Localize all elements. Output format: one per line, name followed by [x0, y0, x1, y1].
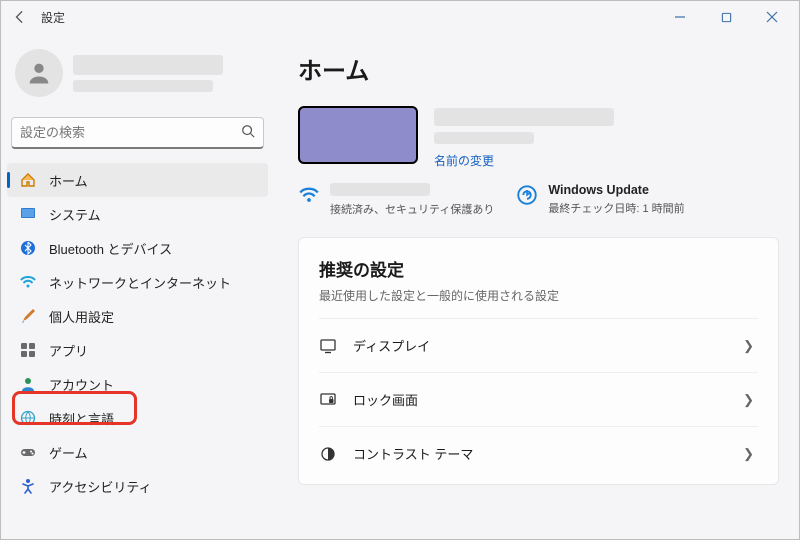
- bluetooth-icon: [19, 239, 37, 257]
- recommended-card: 推奨の設定 最近使用した設定と一般的に使用される設定 ディスプレイ ❯ ロック画…: [298, 237, 779, 485]
- sidebar-item-label: ネットワークとインターネット: [49, 273, 231, 292]
- update-icon: [516, 183, 538, 205]
- wifi-status[interactable]: 接続済み、セキュリティ保護あり: [298, 183, 494, 217]
- sidebar-item-gaming[interactable]: ゲーム: [7, 435, 268, 469]
- recommended-subtitle: 最近使用した設定と一般的に使用される設定: [319, 287, 758, 304]
- sidebar-item-home[interactable]: ホーム: [7, 163, 268, 197]
- contrast-icon: [319, 446, 337, 462]
- chevron-right-icon: ❯: [743, 446, 758, 462]
- sidebar-item-personalization[interactable]: 個人用設定: [7, 299, 268, 333]
- sidebar-item-label: アカウント: [49, 375, 114, 394]
- accounts-icon: [19, 375, 37, 393]
- recommended-list: ディスプレイ ❯ ロック画面 ❯ コントラスト テーマ ❯: [319, 318, 758, 480]
- arrow-left-icon: [13, 10, 27, 24]
- device-name-placeholder: [434, 108, 614, 126]
- sidebar-item-system[interactable]: システム: [7, 197, 268, 231]
- wifi-icon: [19, 273, 37, 291]
- back-button[interactable]: [5, 2, 35, 32]
- maximize-button[interactable]: [703, 1, 749, 33]
- chevron-right-icon: ❯: [743, 392, 758, 408]
- search-input[interactable]: [20, 125, 241, 140]
- wifi-ssid-placeholder: [330, 183, 430, 196]
- sidebar-item-apps[interactable]: アプリ: [7, 333, 268, 367]
- close-button[interactable]: [749, 1, 795, 33]
- sidebar-item-label: アプリ: [49, 341, 88, 360]
- profile-block[interactable]: [7, 41, 268, 113]
- status-row: 接続済み、セキュリティ保護あり Windows Update 最終チェック日時:…: [298, 183, 779, 217]
- system-icon: [19, 205, 37, 223]
- profile-name-placeholder: [73, 55, 223, 75]
- recommended-item-label: ディスプレイ: [353, 336, 727, 355]
- sidebar-item-label: ゲーム: [49, 443, 88, 462]
- minimize-button[interactable]: [657, 1, 703, 33]
- sidebar-item-label: Bluetooth とデバイス: [49, 239, 172, 258]
- recommended-item-label: ロック画面: [353, 390, 727, 409]
- device-row: 名前の変更: [298, 106, 779, 169]
- sidebar-item-label: アクセシビリティ: [49, 477, 152, 496]
- display-icon: [319, 338, 337, 354]
- wifi-icon: [298, 183, 320, 205]
- accessibility-icon: [19, 477, 37, 495]
- chevron-right-icon: ❯: [743, 338, 758, 354]
- window-controls: [657, 1, 795, 33]
- profile-email-placeholder: [73, 80, 213, 92]
- recommended-item-display[interactable]: ディスプレイ ❯: [319, 318, 758, 372]
- avatar: [15, 49, 63, 97]
- recommended-item-label: コントラスト テーマ: [353, 444, 727, 463]
- sidebar: ホーム システム Bluetooth とデバイス ネットワークとインターネット …: [1, 33, 274, 539]
- recommended-item-lockscreen[interactable]: ロック画面 ❯: [319, 372, 758, 426]
- device-model-placeholder: [434, 132, 534, 144]
- rename-link[interactable]: 名前の変更: [434, 152, 494, 169]
- close-icon: [766, 11, 778, 23]
- search-box[interactable]: [11, 117, 264, 149]
- paintbrush-icon: [19, 307, 37, 325]
- sidebar-item-bluetooth[interactable]: Bluetooth とデバイス: [7, 231, 268, 265]
- content-area: ホーム 名前の変更 接続済み、セキュリティ保護あり Windows Updat: [274, 33, 799, 539]
- page-title: ホーム: [298, 51, 779, 86]
- recommended-title: 推奨の設定: [319, 256, 758, 281]
- sidebar-item-label: システム: [49, 205, 101, 224]
- nav-list: ホーム システム Bluetooth とデバイス ネットワークとインターネット …: [7, 163, 268, 503]
- sidebar-item-label: 個人用設定: [49, 307, 114, 326]
- sidebar-item-time-language[interactable]: 時刻と言語: [7, 401, 268, 435]
- maximize-icon: [721, 12, 732, 23]
- recommended-item-contrast[interactable]: コントラスト テーマ ❯: [319, 426, 758, 480]
- update-title: Windows Update: [548, 183, 684, 197]
- update-status-text: 最終チェック日時: 1 時間前: [548, 200, 684, 216]
- gamepad-icon: [19, 443, 37, 461]
- search-icon: [241, 124, 255, 141]
- sidebar-item-accounts[interactable]: アカウント: [7, 367, 268, 401]
- device-thumbnail: [298, 106, 418, 164]
- minimize-icon: [674, 11, 686, 23]
- sidebar-item-label: 時刻と言語: [49, 409, 114, 428]
- window-title: 設定: [41, 9, 65, 26]
- globe-clock-icon: [19, 409, 37, 427]
- apps-icon: [19, 341, 37, 359]
- title-bar: 設定: [1, 1, 799, 33]
- update-status[interactable]: Windows Update 最終チェック日時: 1 時間前: [516, 183, 684, 217]
- sidebar-item-network[interactable]: ネットワークとインターネット: [7, 265, 268, 299]
- person-icon: [25, 59, 53, 87]
- sidebar-item-accessibility[interactable]: アクセシビリティ: [7, 469, 268, 503]
- sidebar-item-label: ホーム: [49, 171, 88, 190]
- home-icon: [19, 171, 37, 189]
- wifi-status-text: 接続済み、セキュリティ保護あり: [330, 201, 494, 217]
- lock-screen-icon: [319, 392, 337, 408]
